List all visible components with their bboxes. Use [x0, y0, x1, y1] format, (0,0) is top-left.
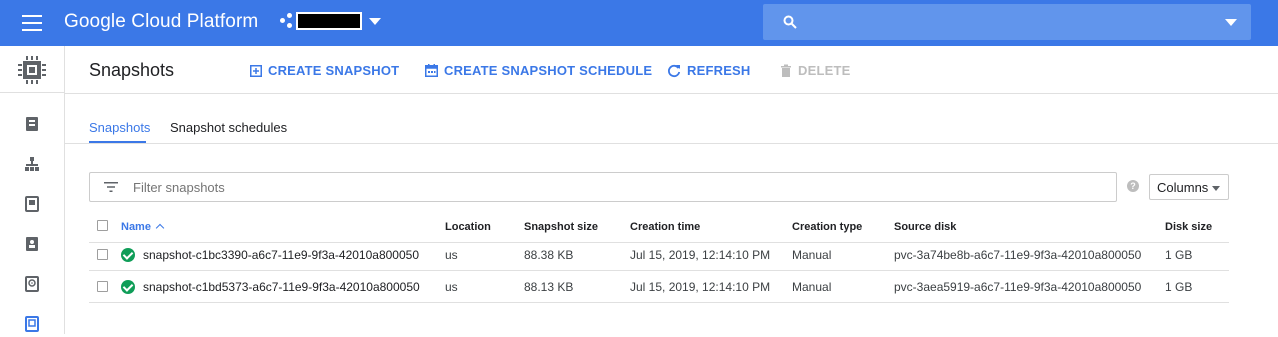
table-row[interactable]: snapshot-c1bc3390-a6c7-11e9-9f3a-42010a8…	[89, 239, 1229, 271]
project-icon	[280, 13, 294, 29]
creation-time-cell: Jul 15, 2019, 12:14:10 PM	[630, 280, 771, 294]
tab-bar: Snapshots Snapshot schedules	[65, 95, 1278, 144]
column-header-source-disk: Source disk	[894, 221, 957, 233]
chevron-down-icon	[1212, 186, 1220, 191]
check-circle-icon	[121, 280, 135, 294]
active-tab-indicator	[89, 141, 146, 143]
source-disk-cell[interactable]: pvc-3aea5919-a6c7-11e9-9f3a-42010a800050	[894, 280, 1141, 294]
hamburger-icon[interactable]	[22, 15, 42, 31]
row-checkbox[interactable]	[97, 281, 108, 292]
row-checkbox[interactable]	[97, 249, 108, 260]
calendar-icon	[425, 64, 438, 77]
sort-ascending-icon	[155, 223, 165, 233]
delete-label: DELETE	[798, 63, 851, 78]
top-app-bar: Google Cloud Platform	[0, 0, 1278, 46]
refresh-icon	[668, 64, 681, 77]
creation-type-cell: Manual	[792, 248, 832, 262]
create-snapshot-label: CREATE SNAPSHOT	[268, 63, 400, 78]
page-header: Snapshots CREATE SNAPSHOT CREATE SNAPSHO…	[65, 46, 1278, 94]
trash-icon	[781, 64, 791, 77]
location-cell: us	[445, 248, 458, 262]
filter-list-icon	[104, 182, 118, 192]
filter-placeholder: Filter snapshots	[133, 180, 225, 195]
left-navigation-rail	[0, 46, 65, 334]
instance-groups-nav-icon[interactable]	[24, 156, 40, 172]
add-box-icon	[250, 64, 262, 77]
column-header-creation-time: Creation time	[630, 221, 701, 233]
chevron-down-icon	[369, 17, 381, 25]
project-name-redacted	[296, 12, 362, 30]
filter-input[interactable]: Filter snapshots	[89, 172, 1117, 202]
refresh-button[interactable]: REFRESH	[667, 63, 751, 78]
search-input[interactable]	[763, 4, 1251, 40]
page-title: Snapshots	[89, 60, 175, 80]
tab-snapshot-schedules[interactable]: Snapshot schedules	[170, 120, 287, 135]
columns-label: Columns	[1157, 180, 1209, 195]
column-header-name-label: Name	[121, 221, 151, 233]
snapshots-nav-icon[interactable]	[24, 316, 40, 332]
column-header-disk-size: Disk size	[1165, 221, 1213, 233]
create-snapshot-button[interactable]: CREATE SNAPSHOT	[250, 63, 399, 78]
snapshot-name-link[interactable]: snapshot-c1bc3390-a6c7-11e9-9f3a-42010a8…	[143, 248, 419, 262]
delete-button[interactable]: DELETE	[780, 63, 850, 78]
disk-size-cell: 1 GB	[1165, 248, 1193, 262]
vm-instances-nav-icon[interactable]	[24, 116, 40, 132]
product-header	[0, 46, 65, 93]
refresh-label: REFRESH	[687, 63, 751, 78]
project-selector[interactable]	[280, 12, 381, 30]
disks-nav-icon[interactable]	[24, 276, 40, 292]
compute-engine-chip-icon	[18, 56, 46, 84]
search-icon	[783, 15, 797, 29]
columns-button[interactable]: Columns	[1149, 174, 1229, 200]
snapshot-name-link[interactable]: snapshot-c1bd5373-a6c7-11e9-9f3a-42010a8…	[143, 280, 420, 294]
tab-snapshots[interactable]: Snapshots	[89, 120, 150, 135]
sole-tenant-nodes-nav-icon[interactable]	[24, 236, 40, 252]
source-disk-cell[interactable]: pvc-3a74be8b-a6c7-11e9-9f3a-42010a800050	[894, 248, 1141, 262]
select-all-checkbox[interactable]	[97, 220, 108, 231]
product-brand[interactable]: Google Cloud Platform	[64, 11, 258, 33]
create-snapshot-schedule-label: CREATE SNAPSHOT SCHEDULE	[444, 63, 653, 78]
creation-type-cell: Manual	[792, 280, 832, 294]
column-header-location: Location	[445, 221, 491, 233]
column-header-snapshot-size: Snapshot size	[524, 221, 598, 233]
column-header-name[interactable]: Name	[121, 221, 165, 233]
column-header-creation-type: Creation type	[792, 221, 863, 233]
table-row[interactable]: snapshot-c1bd5373-a6c7-11e9-9f3a-42010a8…	[89, 271, 1229, 303]
create-snapshot-schedule-button[interactable]: CREATE SNAPSHOT SCHEDULE	[425, 63, 652, 78]
search-dropdown-icon[interactable]	[1225, 19, 1237, 26]
snapshot-size-cell: 88.13 KB	[524, 280, 574, 294]
snapshot-size-cell: 88.38 KB	[524, 248, 574, 262]
creation-time-cell: Jul 15, 2019, 12:14:10 PM	[630, 248, 771, 262]
check-circle-icon	[121, 248, 135, 262]
location-cell: us	[445, 280, 458, 294]
disk-size-cell: 1 GB	[1165, 280, 1193, 294]
help-icon[interactable]: ?	[1127, 180, 1139, 192]
instance-templates-nav-icon[interactable]	[24, 196, 40, 212]
